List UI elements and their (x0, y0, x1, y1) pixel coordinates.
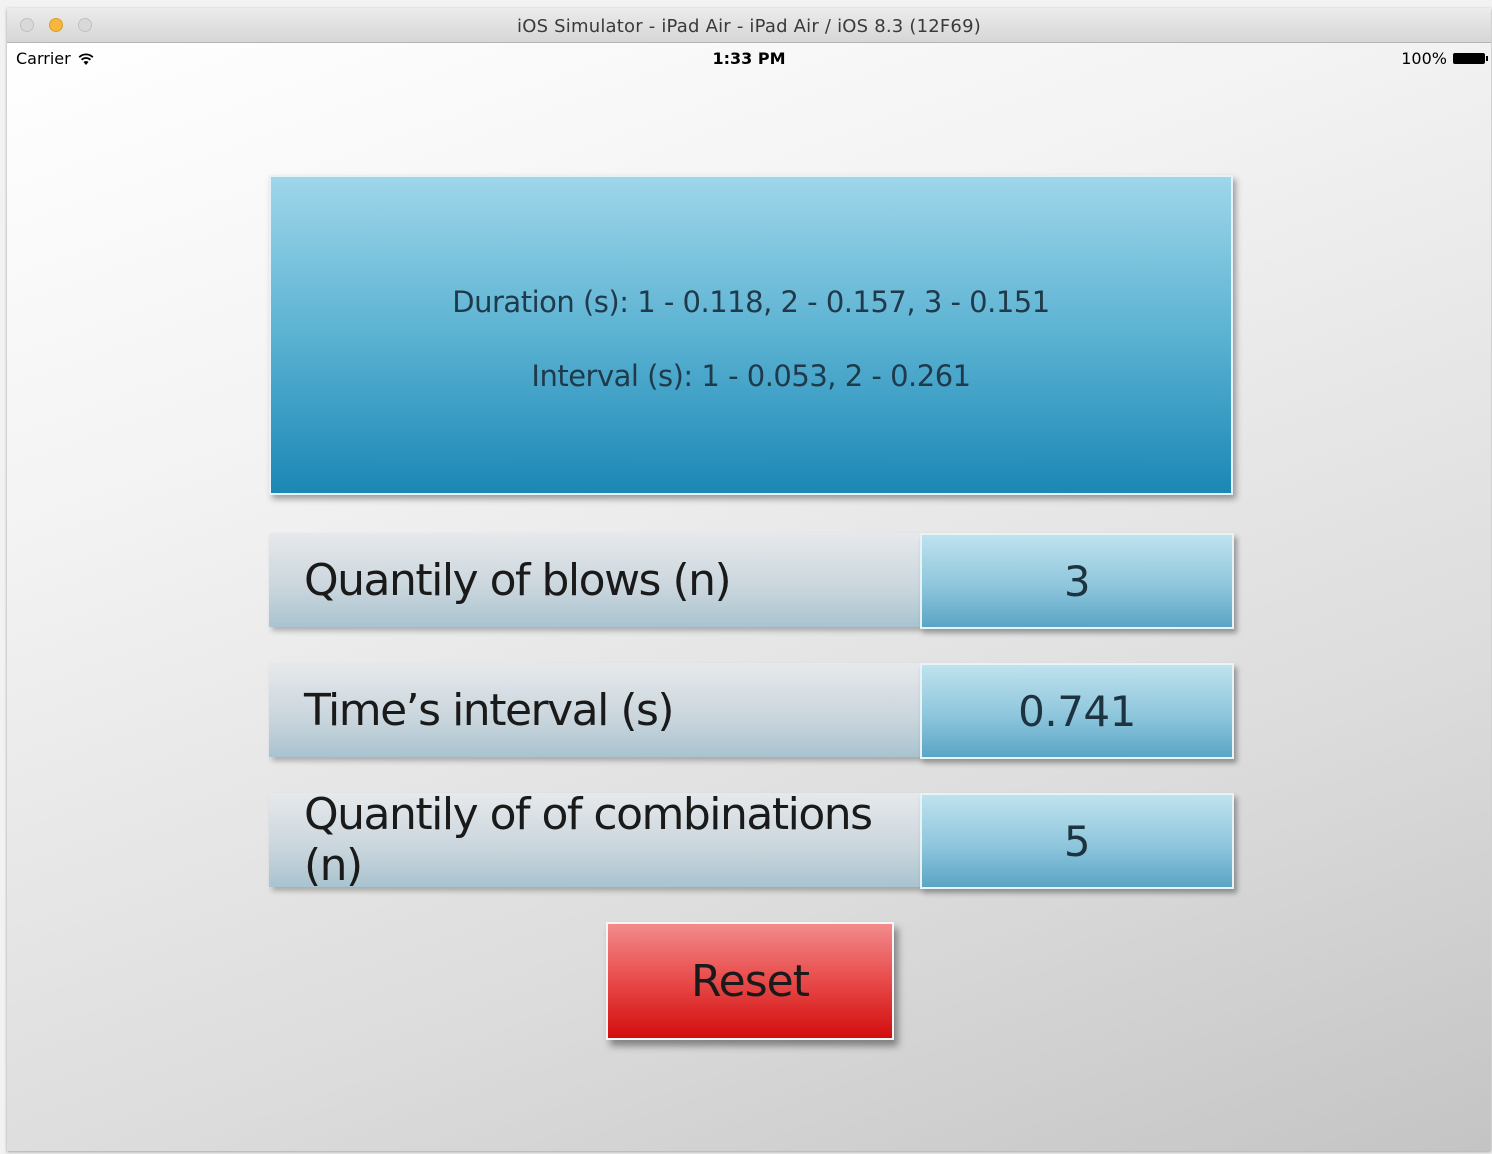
battery-indicator: 100% (1401, 49, 1488, 68)
interval-value-field[interactable]: 0.741 (920, 663, 1234, 759)
device-screen: Carrier 1:33 PM 100% Duration (s): 1 - 0… (7, 43, 1491, 1151)
simulator-window: iOS Simulator - iPad Air - iPad Air / iO… (7, 8, 1491, 1151)
interval-readout: Interval (s): 1 - 0.053, 2 - 0.261 (531, 359, 971, 393)
reset-button[interactable]: Reset (606, 922, 894, 1040)
status-bar: Carrier 1:33 PM 100% (7, 43, 1491, 73)
status-time: 1:33 PM (712, 49, 786, 68)
results-panel: Duration (s): 1 - 0.118, 2 - 0.157, 3 - … (269, 175, 1233, 495)
battery-percent: 100% (1401, 49, 1447, 68)
blows-label: Quantily of blows (n) (269, 533, 921, 627)
window-title: iOS Simulator - iPad Air - iPad Air / iO… (517, 16, 981, 37)
interval-label: Time’s interval (s) (269, 663, 921, 757)
duration-readout: Duration (s): 1 - 0.118, 2 - 0.157, 3 - … (452, 285, 1050, 319)
battery-icon (1453, 53, 1488, 64)
combinations-label: Quantily of of combinations (n) (269, 789, 921, 891)
blows-value-field[interactable]: 3 (920, 533, 1234, 629)
combinations-value-field[interactable]: 5 (920, 793, 1234, 889)
window-titlebar: iOS Simulator - iPad Air - iPad Air / iO… (7, 8, 1491, 43)
